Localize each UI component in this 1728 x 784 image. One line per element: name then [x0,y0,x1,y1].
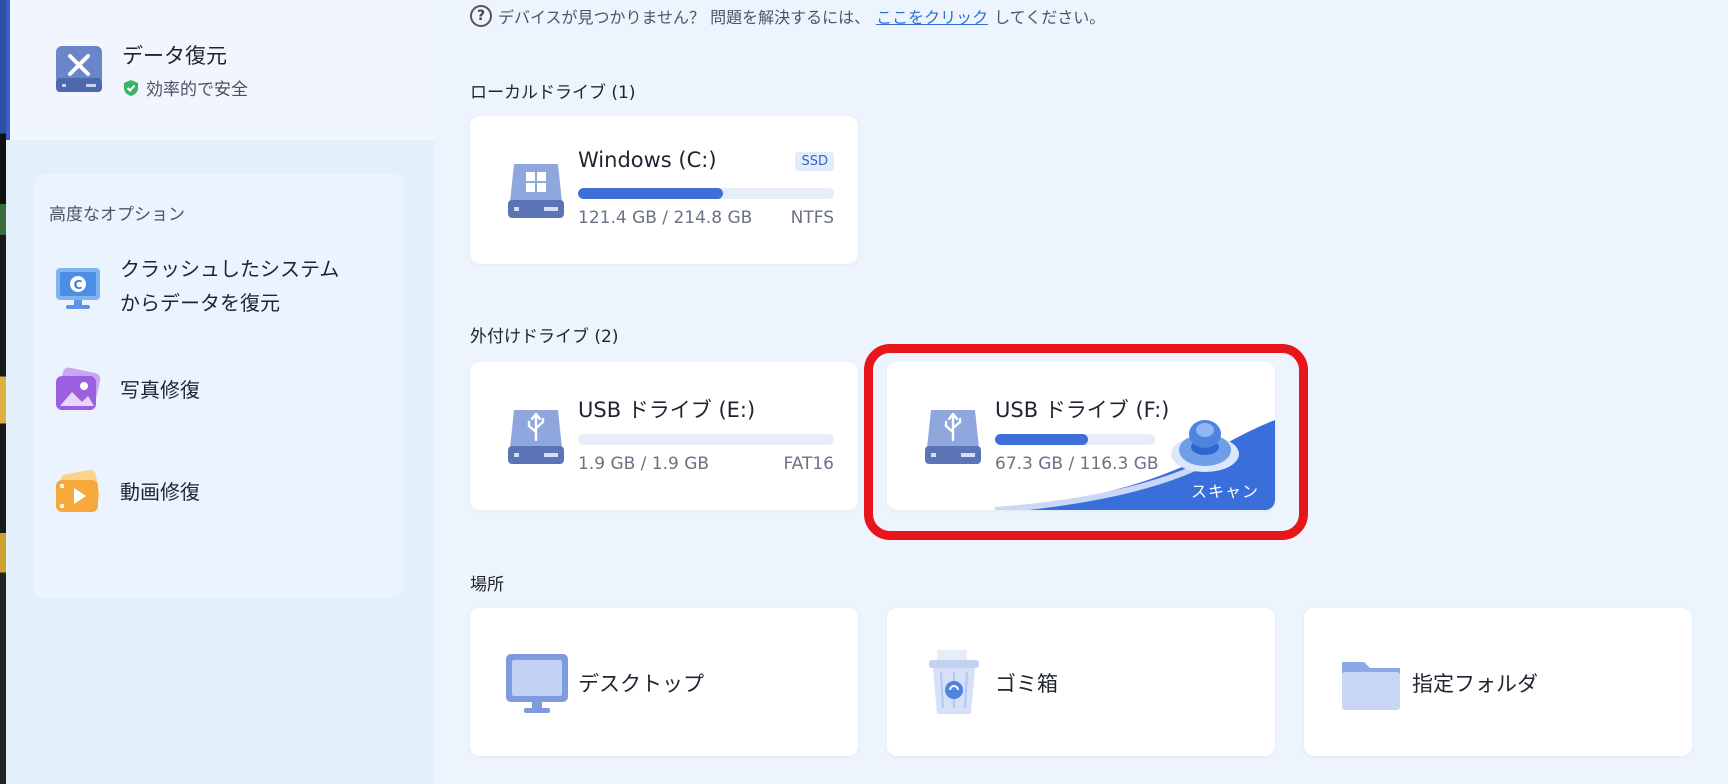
drive-size: 67.3 GB / 116.3 GB [995,454,1159,474]
local-drives-label: ローカルドライブ (1) [470,83,636,103]
photo-repair-label: 写真修復 [120,378,200,402]
drive-card-e[interactable]: USB ドライブ (E:) 1.9 GB / 1.9 GB FAT16 [470,362,858,510]
drive-name: Windows (C:) [578,148,717,172]
usb-drive-icon [508,410,564,464]
location-name: ゴミ箱 [995,672,1058,696]
sidebar-item-video-repair[interactable]: 動画修復 [52,466,200,518]
scrollbar[interactable] [1718,0,1728,784]
scan-disc-icon [1171,420,1239,472]
video-repair-label: 動画修復 [120,480,200,504]
video-repair-icon [56,470,100,512]
scan-button[interactable]: スキャン [1191,478,1259,502]
svg-text:C: C [74,278,83,292]
locations-label: 場所 [470,575,504,595]
data-recovery-icon [56,46,102,92]
shield-check-icon [124,79,138,96]
crashed-system-label-1: クラッシュしたシステム [120,257,340,281]
crashed-system-label-2: からデータを復元 [120,291,280,315]
usage-bar [995,434,1155,445]
usage-bar-fill [995,434,1088,445]
drive-card-c[interactable]: Windows (C:) SSD 121.4 GB / 214.8 GB NTF… [470,116,858,264]
drive-filesystem: FAT16 [783,454,834,474]
location-card-recycle-bin[interactable]: ゴミ箱 [887,608,1275,756]
crashed-system-icon: C [56,268,100,309]
app-subtitle-text: 効率的で安全 [146,80,248,100]
location-card-desktop[interactable]: デスクトップ [470,608,858,756]
drive-card-f[interactable]: USB ドライブ (F:) 67.3 GB / 116.3 GB スキャン [887,362,1275,510]
folder-icon [1342,662,1400,710]
question-icon: ? [470,5,492,27]
sidebar-item-photo-repair[interactable]: 写真修復 [52,364,200,416]
help-suffix: してください。 [994,8,1106,27]
app-title: データ復元 [122,44,227,68]
external-drives-label: 外付けドライブ (2) [470,327,619,347]
desktop-icon [506,654,568,713]
drive-size: 1.9 GB / 1.9 GB [578,454,710,474]
help-link[interactable]: ここをクリック [876,4,988,28]
ssd-badge: SSD [795,152,834,171]
location-card-folder[interactable]: 指定フォルダ [1304,608,1692,756]
help-text: デバイスが見つかりません？ 問題を解決するには、 [498,8,871,27]
app-subtitle: 効率的で安全 [122,75,248,100]
drive-size: 121.4 GB / 214.8 GB [578,208,753,228]
hard-drive-icon [508,164,564,218]
photo-repair-icon [56,367,101,410]
drive-name: USB ドライブ (F:) [995,398,1170,422]
sidebar-item-crashed-system[interactable]: C クラッシュしたシステム からデータを復元 [52,252,339,320]
usage-bar-fill [578,188,723,199]
advanced-options-title: 高度なオプション [49,205,185,225]
drive-filesystem: NTFS [790,208,834,228]
location-name: デスクトップ [578,672,704,696]
recycle-bin-icon [929,650,979,714]
drive-name: USB ドライブ (E:) [578,398,756,422]
usage-bar [578,188,834,199]
help-line: ? デバイスが見つかりません？ 問題を解決するには、 ここをクリック してください。 [470,4,1105,28]
location-name: 指定フォルダ [1412,672,1538,696]
usb-drive-icon [925,410,981,464]
usage-bar [578,434,834,445]
